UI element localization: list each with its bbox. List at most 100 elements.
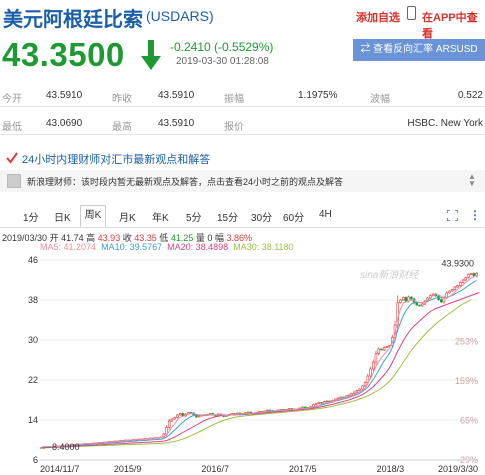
tab-30min[interactable]: 30分	[251, 209, 272, 224]
candle-body	[173, 417, 176, 420]
tab-1min[interactable]: 1分	[23, 209, 39, 224]
quote-value: 43.0690	[46, 118, 83, 129]
news-text[interactable]: 新浪理财师：该时段内暂无最新观点及解答，点击查看24小时之前的观点及解答	[27, 175, 343, 188]
add-watchlist-link[interactable]: 添加自选	[356, 9, 400, 25]
candle-body	[380, 348, 383, 351]
quote-label: 报价	[224, 122, 244, 133]
tab-15min[interactable]: 15分	[217, 209, 238, 224]
pct-tick-label: 253%	[455, 337, 478, 347]
candle-body	[314, 403, 318, 405]
watermark: sina新浪财经	[360, 269, 419, 281]
candle-body	[325, 400, 329, 403]
divider	[0, 106, 485, 107]
x-tick-label: 2018/3	[377, 464, 405, 474]
news-source: 新浪理财师：	[27, 177, 82, 187]
news-message: 该时段内暂无最新观点及解答，点击查看24小时之前的观点及解答	[81, 177, 344, 187]
quote-value: 43.5910	[158, 90, 195, 101]
kline-chart[interactable]: 61422303846-29%65%159%253%sina新浪财经2014/1…	[0, 252, 485, 475]
candle-body	[372, 361, 375, 370]
tab-daily[interactable]: 日K	[54, 209, 71, 224]
news-heading[interactable]: 24小时内理财师对汇市最新观点和解答	[6, 151, 210, 167]
candle-body	[385, 346, 389, 348]
candle-body	[415, 302, 419, 306]
x-tick-label: 2019/3/30	[438, 464, 478, 474]
quote-label: 波幅	[370, 94, 390, 105]
candle-body	[401, 297, 405, 301]
reverse-rate-button[interactable]: ⇄ 查看反向汇率 ARSUSD	[353, 39, 485, 61]
tab-5min[interactable]: 5分	[186, 209, 202, 224]
quote-label: 昨收	[112, 94, 132, 105]
candle-body	[453, 286, 457, 290]
quote-value: 43.5910	[158, 118, 195, 129]
quote-value: 43.5910	[46, 90, 83, 101]
candle-body	[382, 347, 386, 351]
candle-body	[363, 382, 367, 387]
y-tick-label: 14	[28, 415, 38, 425]
candle-body	[303, 406, 307, 409]
tab-yearly[interactable]: 年K	[152, 209, 169, 224]
news-box[interactable]: 新浪理财师：该时段内暂无最新观点及解答，点击查看24小时之前的观点及解答 ▲ ▼	[0, 170, 485, 192]
candle-body	[374, 353, 378, 363]
quote-time: 2019-03-30 01:28:08	[176, 56, 269, 67]
candle-body	[170, 418, 174, 422]
tab-monthly[interactable]: 月K	[119, 209, 136, 224]
news-heading-text: 24小时内理财师对汇市最新观点和解答	[22, 154, 211, 166]
ma5-line	[41, 274, 477, 448]
candle-body	[301, 406, 304, 409]
quote-row: 最低 43.0690 最高 43.5910 报价 HSBC. New York	[0, 118, 485, 138]
tab-60min[interactable]: 60分	[283, 209, 304, 224]
quote-label: 今开	[2, 94, 22, 105]
y-tick-label: 38	[28, 295, 38, 305]
candle-body	[178, 413, 182, 416]
quote-value: 1.1975%	[298, 90, 338, 101]
candle-body	[459, 282, 462, 286]
candle-body	[456, 285, 459, 288]
candle-body	[352, 391, 356, 394]
x-tick-label: 2017/5	[289, 464, 317, 474]
candle-body	[320, 402, 323, 404]
quote-value: 0.522	[457, 90, 483, 101]
candle-body	[420, 303, 424, 307]
ma5-value: MA5: 41.2074	[40, 242, 97, 252]
candle-body	[336, 397, 340, 400]
phone-icon	[407, 6, 416, 20]
candle-body	[165, 427, 168, 435]
y-tick-label: 6	[33, 455, 38, 465]
candle-body	[167, 420, 171, 428]
candle-body	[230, 413, 234, 415]
more-options-icon[interactable]: ⋮	[469, 208, 481, 222]
pct-tick-label: 65%	[460, 416, 478, 426]
candle-body	[197, 415, 201, 418]
ma-info: MA5: 41.2074 MA10: 39.5767 MA20: 38.4898…	[40, 242, 294, 252]
ma10-value: MA10: 39.5767	[101, 242, 163, 252]
x-tick-label: 2014/11/7	[40, 464, 79, 474]
candle-body	[410, 296, 413, 300]
ma10-line	[41, 280, 477, 448]
y-tick-label: 46	[28, 255, 38, 265]
candle-body	[377, 348, 380, 354]
ma20-line	[41, 292, 480, 448]
candle-body	[350, 393, 353, 396]
page-title: 美元阿根廷比索	[3, 9, 143, 31]
price-change: -0.2410 (-0.5529%)	[170, 40, 274, 54]
scroll-arrows-icon[interactable]: ▲ ▼	[468, 173, 476, 188]
tab-4h[interactable]: 4H	[319, 209, 332, 220]
candle-body	[472, 273, 476, 277]
candle-body	[358, 388, 361, 391]
candle-body	[355, 390, 359, 393]
quote-label: 最高	[112, 122, 132, 133]
candle-body	[464, 277, 468, 281]
ma20-value: MA20: 38.4898	[167, 242, 229, 252]
ma30-line	[41, 299, 472, 448]
tab-weekly[interactable]: 周K	[80, 205, 106, 227]
low-label: 8.4000	[52, 442, 80, 452]
y-tick-label: 30	[28, 335, 38, 345]
x-tick-label: 2016/7	[201, 464, 229, 474]
pct-tick-label: 159%	[455, 376, 478, 386]
candle-body	[469, 273, 473, 275]
fullscreen-icon[interactable]	[447, 210, 458, 221]
open-in-app-link[interactable]: 在APP中查看	[422, 9, 485, 41]
high-label: 43.9300	[441, 258, 474, 268]
ma30-value: MA30: 38.1180	[233, 242, 294, 252]
header: 美元阿根廷比索 (USDARS) 添加自选 在APP中查看	[0, 0, 485, 40]
